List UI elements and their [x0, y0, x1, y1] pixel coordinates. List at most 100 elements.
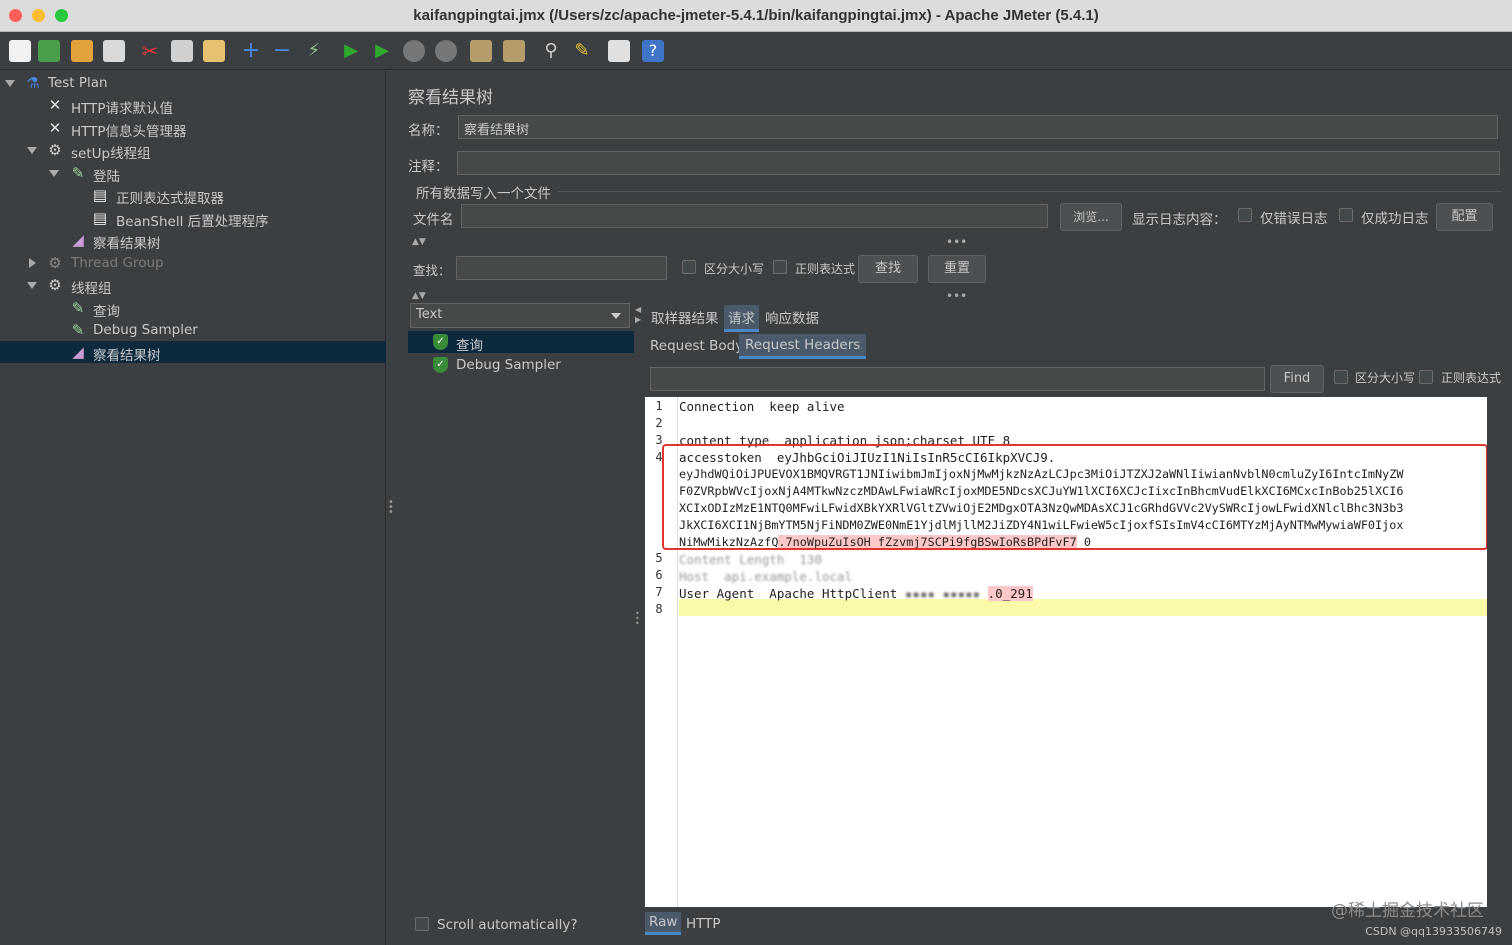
- regex-label: 正则表达式: [795, 262, 856, 276]
- expand-icon[interactable]: +: [240, 40, 262, 62]
- browse-button[interactable]: 浏览...: [1060, 203, 1122, 231]
- chevron-down-icon[interactable]: [27, 147, 37, 154]
- case-sensitive-checkbox[interactable]: [682, 260, 696, 274]
- name-label: 名称：: [408, 123, 449, 139]
- clear-icon[interactable]: [470, 40, 492, 62]
- toggle-icon[interactable]: ⚡: [303, 40, 325, 62]
- code-text-highlight: .0_291: [987, 586, 1033, 601]
- shutdown-icon[interactable]: [435, 40, 457, 62]
- results-list: ✓ 查询 ✓ Debug Sampler: [408, 331, 634, 891]
- tree-item-debug-sampler[interactable]: ✎ Debug Sampler: [0, 319, 386, 341]
- editor-find-button[interactable]: Find: [1270, 365, 1324, 393]
- new-icon[interactable]: [9, 40, 31, 62]
- results-tree-panel: 察看结果树 名称： 察看结果树 注释： 所有数据写入一个文件 文件名 浏览...…: [396, 71, 1512, 945]
- chevron-right-icon[interactable]: [29, 258, 36, 268]
- code-line-redacted: Content Length 130: [679, 552, 822, 567]
- list-item-label: Debug Sampler: [456, 357, 561, 373]
- chevron-down-icon[interactable]: [5, 80, 15, 87]
- drag-handle-icon[interactable]: •••: [946, 289, 967, 303]
- tree-item-label: setUp线程组: [71, 146, 151, 162]
- line-number: 5: [655, 551, 663, 565]
- stop-icon[interactable]: [403, 40, 425, 62]
- list-item[interactable]: ✓ Debug Sampler: [408, 354, 634, 376]
- tree-item-regex-extractor[interactable]: ▤ 正则表达式提取器: [0, 184, 386, 207]
- code-line-redacted: Host api.example.local: [679, 569, 853, 584]
- find-button[interactable]: 查找: [858, 255, 918, 283]
- editor-case-checkbox[interactable]: [1334, 370, 1348, 384]
- renderer-select[interactable]: Text: [410, 303, 630, 328]
- tab-request-headers[interactable]: Request Headers: [739, 334, 867, 359]
- editor-regex-checkbox[interactable]: [1419, 370, 1433, 384]
- tree-item-thread-group[interactable]: ⚙ Thread Group: [0, 252, 386, 274]
- log-label: 显示日志内容：: [1132, 212, 1227, 228]
- templates-icon[interactable]: [38, 40, 60, 62]
- search-input[interactable]: [456, 256, 667, 280]
- editor-regex-label: 正则表达式: [1441, 371, 1502, 385]
- search-icon[interactable]: ⚲: [540, 40, 562, 62]
- page-title: 察看结果树: [408, 88, 493, 108]
- tree-item-label: HTTP请求默认值: [71, 101, 174, 117]
- chart-icon: ◢: [72, 343, 84, 361]
- success-only-checkbox[interactable]: [1339, 208, 1353, 222]
- tree-item-login[interactable]: ✎ 登陆: [0, 162, 386, 185]
- paste-icon[interactable]: [203, 40, 225, 62]
- start-icon[interactable]: ▶: [340, 40, 362, 62]
- request-headers-editor[interactable]: 1 2 3 4 5 6 7 8 Connection keep alive co…: [645, 397, 1487, 907]
- tree-item-label: 察看结果树: [93, 236, 161, 252]
- collapse-arrows-icon[interactable]: ▲▼: [412, 237, 426, 247]
- pen-icon: ✎: [71, 164, 85, 182]
- tab-sampler-result[interactable]: 取样器结果: [647, 305, 723, 329]
- splitter-handle[interactable]: • • •: [635, 610, 640, 628]
- filename-input[interactable]: [461, 204, 1048, 228]
- name-input[interactable]: 察看结果树: [458, 115, 1498, 139]
- success-shield-icon: ✓: [433, 334, 448, 350]
- divider: [558, 191, 1502, 192]
- tree-item-label: Test Plan: [48, 75, 108, 91]
- collapse-arrows-icon[interactable]: ◀ ▶: [635, 305, 641, 325]
- copy-icon[interactable]: [171, 40, 193, 62]
- comment-input[interactable]: [457, 151, 1500, 175]
- cut-icon[interactable]: ✂: [139, 40, 161, 62]
- tree-item-header-manager[interactable]: ✕ HTTP信息头管理器: [0, 117, 386, 140]
- tab-request[interactable]: 请求: [724, 305, 759, 332]
- open-icon[interactable]: [71, 40, 93, 62]
- scroll-auto-checkbox[interactable]: [415, 917, 429, 931]
- chevron-down-icon[interactable]: [49, 170, 59, 177]
- clear-all-icon[interactable]: [503, 40, 525, 62]
- editor-search-input[interactable]: [650, 367, 1265, 391]
- tree-item-setup-thread-group[interactable]: ⚙ setUp线程组: [0, 139, 386, 162]
- function-helper-icon[interactable]: [608, 40, 630, 62]
- gear-icon: ⚙: [48, 276, 62, 294]
- tree-item-beanshell[interactable]: ▤ BeanShell 后置处理程序: [0, 207, 386, 230]
- case-sensitive-label: 区分大小写: [704, 262, 765, 276]
- tools-icon: ✕: [48, 96, 62, 114]
- file-section-label: 所有数据写入一个文件: [416, 186, 551, 202]
- chevron-down-icon[interactable]: [27, 282, 37, 289]
- start-no-pause-icon[interactable]: ▶: [371, 40, 393, 62]
- save-icon[interactable]: [103, 40, 125, 62]
- tab-request-body[interactable]: Request Body: [646, 336, 747, 356]
- line-number: 7: [655, 585, 663, 599]
- regex-checkbox[interactable]: [773, 260, 787, 274]
- tree-item-query[interactable]: ✎ 查询: [0, 297, 386, 320]
- tab-response-data[interactable]: 响应数据: [761, 305, 823, 329]
- tree-item-thread-group-cn[interactable]: ⚙ 线程组: [0, 274, 386, 297]
- tree-item-http-defaults[interactable]: ✕ HTTP请求默认值: [0, 94, 386, 117]
- tree-item-label: Thread Group: [71, 255, 164, 271]
- drag-handle-icon[interactable]: •••: [946, 235, 967, 249]
- chart-icon: ◢: [72, 231, 84, 249]
- list-item[interactable]: ✓ 查询: [408, 331, 634, 354]
- tab-raw[interactable]: Raw: [645, 912, 682, 935]
- reset-button[interactable]: 重置: [928, 255, 986, 283]
- tab-http[interactable]: HTTP: [682, 914, 725, 934]
- configure-button[interactable]: 配置: [1436, 203, 1493, 231]
- tree-item-test-plan[interactable]: ⚗ Test Plan: [0, 72, 386, 94]
- tree-item-view-results-tree-selected[interactable]: ◢ 察看结果树: [0, 341, 386, 364]
- help-icon[interactable]: ?: [642, 40, 664, 62]
- collapse-arrows-icon[interactable]: ▲▼: [412, 291, 426, 301]
- reset-search-icon[interactable]: ✎: [571, 40, 593, 62]
- tree-item-view-results-tree[interactable]: ◢ 察看结果树: [0, 229, 386, 252]
- collapse-icon[interactable]: −: [271, 40, 293, 62]
- errors-only-checkbox[interactable]: [1238, 208, 1252, 222]
- splitter-handle[interactable]: • • •: [387, 498, 395, 520]
